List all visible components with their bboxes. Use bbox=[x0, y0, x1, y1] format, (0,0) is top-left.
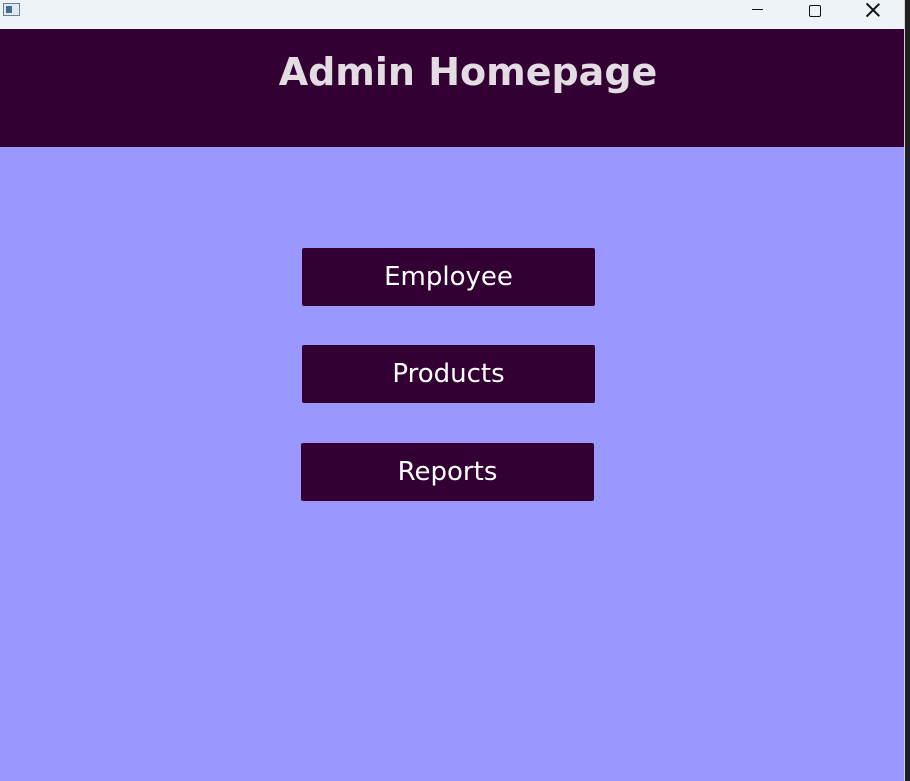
close-icon bbox=[865, 2, 881, 18]
maximize-icon bbox=[809, 4, 821, 17]
main-content: Employee Products Reports bbox=[0, 147, 904, 781]
app-window-icon bbox=[3, 3, 20, 16]
minimize-button[interactable] bbox=[734, 0, 780, 29]
window-titlebar[interactable] bbox=[0, 0, 904, 29]
minimize-icon bbox=[751, 9, 763, 10]
products-button[interactable]: Products bbox=[302, 345, 595, 403]
admin-window: Admin Homepage Employee Products Reports bbox=[0, 0, 904, 781]
close-button[interactable] bbox=[850, 0, 896, 29]
employee-button[interactable]: Employee bbox=[302, 248, 595, 306]
page-header: Admin Homepage bbox=[0, 29, 904, 147]
reports-button[interactable]: Reports bbox=[301, 443, 594, 501]
maximize-button[interactable] bbox=[792, 0, 838, 29]
page-title: Admin Homepage bbox=[278, 50, 658, 94]
window-right-border bbox=[904, 0, 910, 781]
